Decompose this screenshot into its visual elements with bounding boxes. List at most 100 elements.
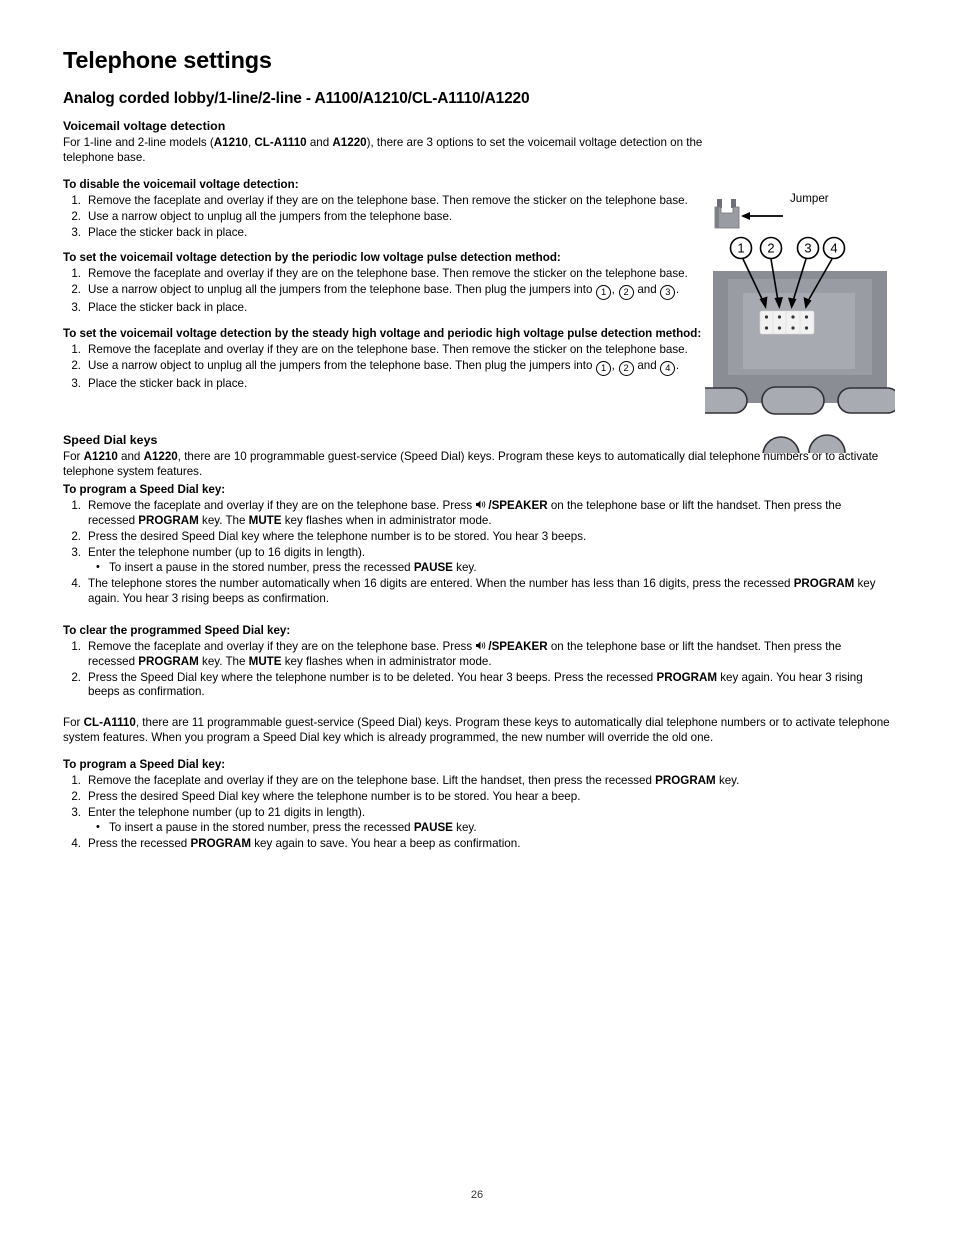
step-number: 1. <box>71 499 81 513</box>
callout-3: 3 <box>796 236 820 260</box>
jumper-arrow <box>741 212 783 220</box>
section-heading: Analog corded lobby/1-line/2-line - A110… <box>63 89 530 107</box>
telephone-base-body <box>713 271 887 403</box>
cl-a1110-program-heading: To program a Speed Dial key: <box>63 757 226 771</box>
illustration-svg: 1 2 3 4 <box>688 199 901 474</box>
list-item: 2. Use a narrow object to unplug all the … <box>63 210 713 225</box>
jumper-connector-block <box>759 310 815 335</box>
page-number: 26 <box>470 1189 484 1201</box>
list-item: 2. Press the desired Speed Dial key where… <box>63 790 891 805</box>
step-text: Place the sticker back in place. <box>88 301 248 315</box>
voicemail-heading: Voicemail voltage detection <box>63 118 226 133</box>
step-text: Remove the faceplate and overlay if they… <box>88 639 842 668</box>
step-number: 1. <box>71 193 81 207</box>
cl-a1110-intro: For CL-A1110, there are 11 programmable … <box>63 716 890 745</box>
step-number: 1. <box>71 343 81 357</box>
bullet-text: To insert a pause in the stored number, … <box>109 561 477 575</box>
callout-4: 4 <box>822 236 846 260</box>
bullet-icon: • <box>96 561 100 574</box>
step-number: 2. <box>71 670 81 684</box>
svg-text:2: 2 <box>767 241 774 256</box>
high-pulse-procedure-heading: To set the voicemail voltage detection b… <box>63 327 702 341</box>
list-item: 1. Remove the faceplate and overlay if th… <box>63 343 738 358</box>
step-text: Enter the telephone number (up to 21 dig… <box>88 805 366 819</box>
step-text: Press the desired Speed Dial key where t… <box>88 789 581 803</box>
callout-1: 1 <box>729 236 753 260</box>
jumper-icon <box>714 199 740 229</box>
list-item: 1. Remove the faceplate and overlay if th… <box>63 774 891 789</box>
step-number: 1. <box>71 773 81 787</box>
step-text: Remove the faceplate and overlay if they… <box>88 773 740 787</box>
step-text: Press the Speed Dial key where the telep… <box>88 670 863 699</box>
step-text: Use a narrow object to unplug all the ju… <box>88 283 679 301</box>
step-number: 4. <box>71 837 81 851</box>
step-text: Press the recessed PROGRAM key again to … <box>88 837 521 851</box>
step-text: Use a narrow object to unplug all the ju… <box>88 209 453 223</box>
step-text: The telephone stores the number automati… <box>88 577 876 605</box>
step-text: Use a narrow object to unplug all the ju… <box>88 359 679 376</box>
svg-text:4: 4 <box>830 241 837 256</box>
circled-number-3: 3 <box>660 285 676 301</box>
step-number: 3. <box>71 805 81 819</box>
list-item: 3. Enter the telephone number (up to 16 d… <box>63 546 891 577</box>
base-buttons-row <box>688 386 901 415</box>
callout-2: 2 <box>759 236 783 260</box>
bullet-text: To insert a pause in the stored number, … <box>109 821 477 835</box>
speed-dial-intro: For A1210 and A1220, there are 10 progra… <box>63 450 879 479</box>
step-number: 2. <box>71 358 81 372</box>
telephone-base-illustration: 1 2 3 4 Jumper <box>688 183 901 474</box>
step-number: 2. <box>71 789 81 803</box>
circled-number-1: 1 <box>596 285 612 301</box>
list-item: 1. Remove the faceplate and overlay if th… <box>63 267 713 282</box>
list-item: 2. Use a narrow object to unplug all the … <box>63 283 713 301</box>
voicemail-intro: For 1-line and 2-line models (A1210, CL-… <box>63 136 703 164</box>
step-text: Place the sticker back in place. <box>88 225 248 239</box>
list-item: 1. Remove the faceplate and overlay if th… <box>63 194 713 209</box>
circled-number-1: 1 <box>596 360 612 376</box>
step-text: Remove the faceplate and overlay if they… <box>88 343 688 357</box>
step-number: 3. <box>71 225 81 239</box>
list-item: 1. Remove the faceplate and overlay if th… <box>63 499 891 529</box>
bullet-icon: • <box>96 821 100 834</box>
svg-text:3: 3 <box>804 241 811 256</box>
circled-number-4: 4 <box>660 360 676 376</box>
step-number: 2. <box>71 283 81 297</box>
low-pulse-procedure-heading: To set the voicemail voltage detection b… <box>63 251 561 265</box>
step-number: 1. <box>71 639 81 653</box>
svg-text:1: 1 <box>737 241 744 256</box>
step-number: 3. <box>71 376 81 390</box>
speaker-icon <box>476 641 486 650</box>
cl-a1110-step3-bullets: • To insert a pause in the stored number,… <box>88 821 891 836</box>
step-number: 2. <box>71 529 81 543</box>
page-title: Telephone settings <box>63 47 272 73</box>
list-item: 2. Press the desired Speed Dial key where… <box>63 530 891 545</box>
list-item: 1. Remove the faceplate and overlay if th… <box>63 640 891 670</box>
list-item: 3. Enter the telephone number (up to 21 d… <box>63 806 891 837</box>
list-item: • To insert a pause in the stored number,… <box>88 561 891 576</box>
clear-procedure-heading: To clear the programmed Speed Dial key: <box>63 623 291 637</box>
cl-a1110-program-steps: 1. Remove the faceplate and overlay if th… <box>63 774 891 852</box>
list-item: 4. Press the recessed PROGRAM key again t… <box>63 837 891 852</box>
step-number: 1. <box>71 267 81 281</box>
list-item: 3. Place the sticker back in place. <box>63 301 713 316</box>
step-number: 3. <box>71 545 81 559</box>
step-text: Enter the telephone number (up to 16 dig… <box>88 545 366 559</box>
program-procedure-steps: 1. Remove the faceplate and overlay if th… <box>63 499 891 607</box>
step-text: Remove the faceplate and overlay if they… <box>88 499 842 527</box>
program-step3-bullets: • To insert a pause in the stored number,… <box>88 561 891 576</box>
step-text: Press the desired Speed Dial key where t… <box>88 529 587 543</box>
step-text: Remove the faceplate and overlay if they… <box>88 267 688 281</box>
low-pulse-procedure-steps: 1. Remove the faceplate and overlay if th… <box>63 267 713 316</box>
speaker-icon <box>476 500 486 509</box>
list-item: • To insert a pause in the stored number,… <box>88 821 891 836</box>
step-number: 3. <box>71 301 81 315</box>
list-item: 3. Place the sticker back in place. <box>63 226 713 241</box>
step-text: Remove the faceplate and overlay if they… <box>88 193 688 207</box>
list-item: 4. The telephone stores the number automa… <box>63 577 891 607</box>
jumper-label: Jumper <box>790 192 829 205</box>
step-number: 4. <box>71 577 81 591</box>
program-procedure-heading: To program a Speed Dial key: <box>63 482 226 496</box>
step-text: Place the sticker back in place. <box>88 376 248 390</box>
disable-procedure-steps: 1. Remove the faceplate and overlay if th… <box>63 194 713 240</box>
circled-number-2: 2 <box>618 360 634 376</box>
